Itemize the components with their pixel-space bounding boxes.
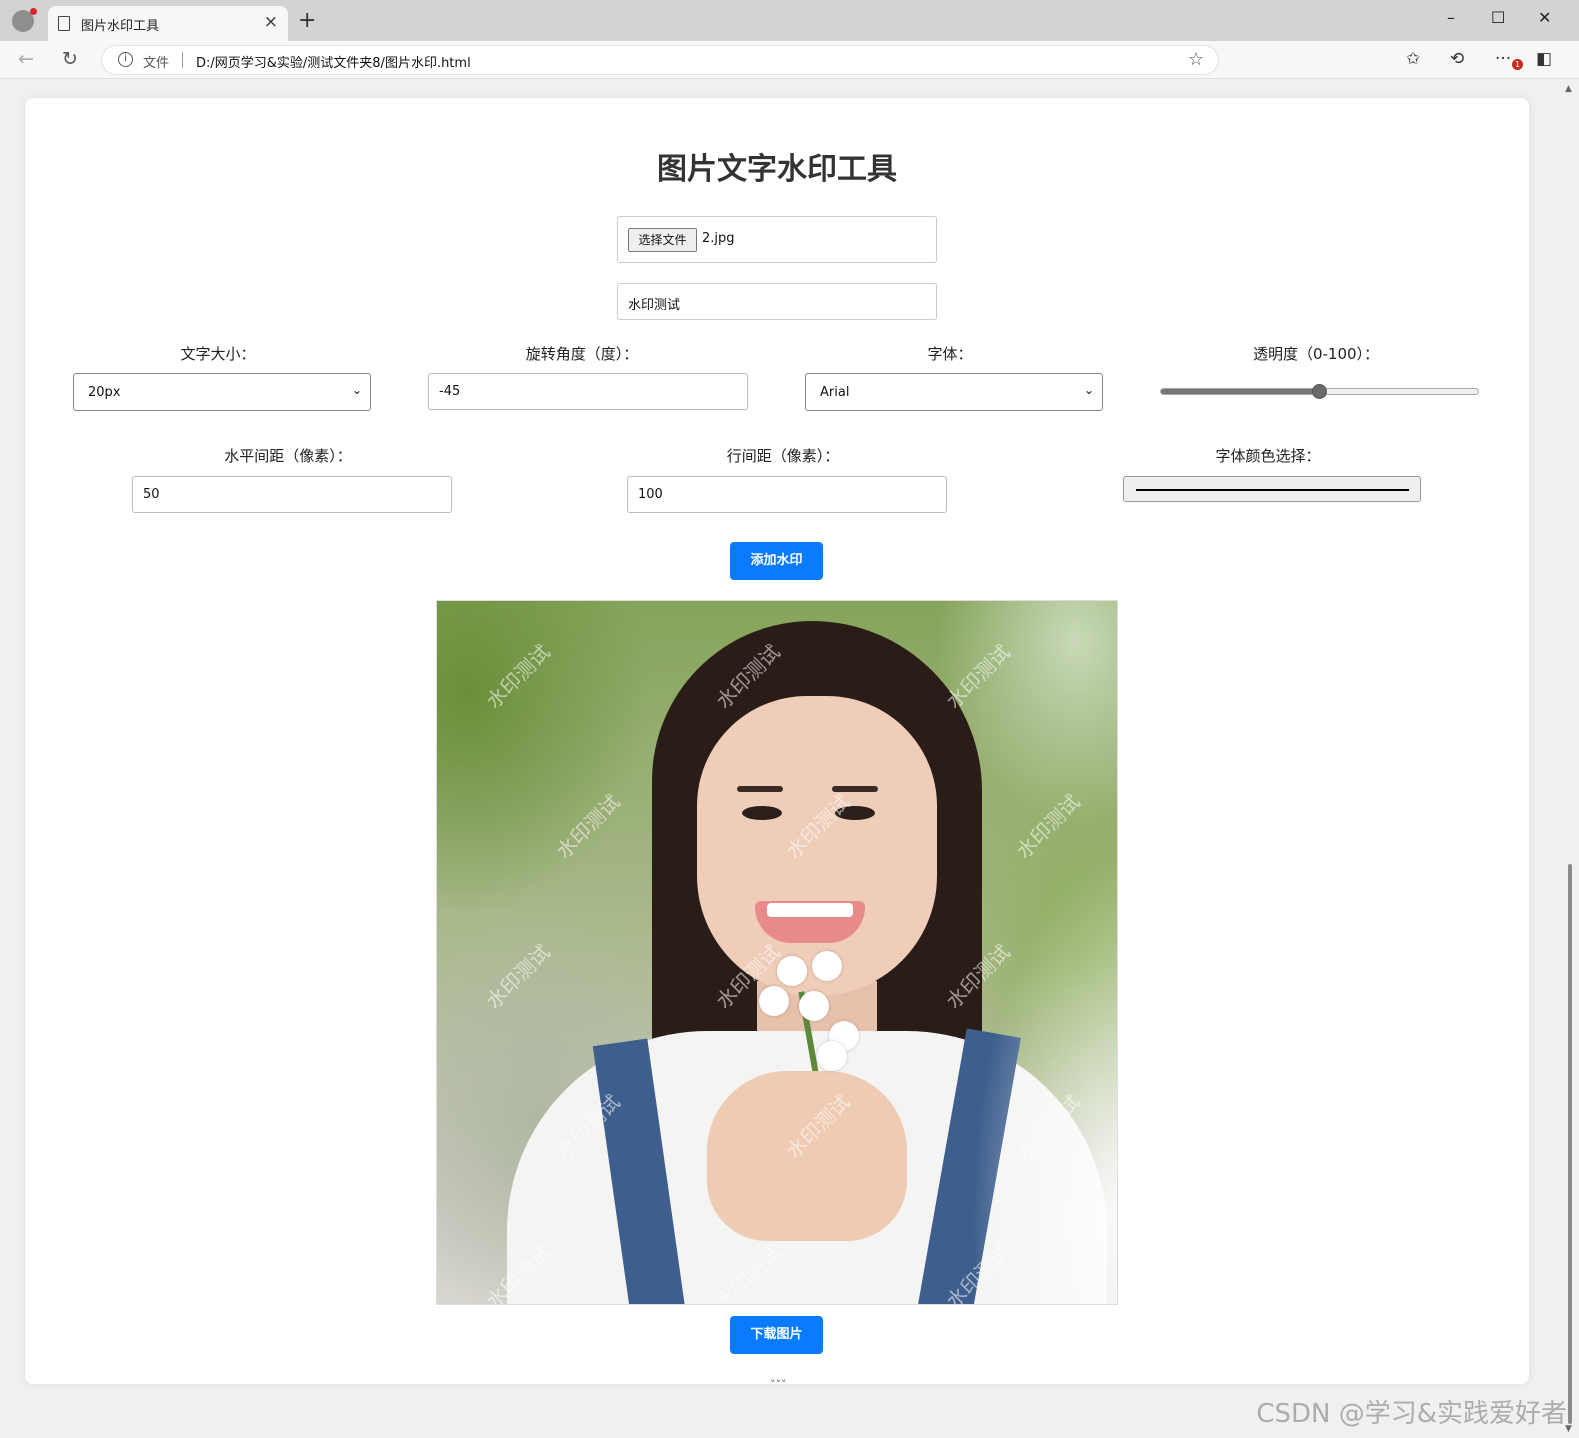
line-spacing-label: 行间距（像素）： xyxy=(726,447,840,465)
add-watermark-button[interactable]: 添加水印 xyxy=(730,542,823,580)
watermark-text: 水印测试 xyxy=(481,639,555,714)
sidebar-icon[interactable]: ◧ xyxy=(1536,49,1552,69)
watermarked-image-preview: 水印测试 水印测试 水印测试 水印测试 水印测试 水印测试 水印测试 水印测试 水印测试 水印测试… xyxy=(436,600,1118,1305)
minimize-icon[interactable]: – xyxy=(1447,8,1455,27)
history-icon[interactable]: ⟲ xyxy=(1450,49,1464,69)
scroll-thumb[interactable] xyxy=(1568,864,1572,1424)
watermark-text: 水印测试 xyxy=(1011,1089,1085,1164)
watermark-text: 水印测试 xyxy=(941,639,1015,714)
address-divider xyxy=(182,52,183,68)
color-swatch xyxy=(1136,489,1409,491)
reload-icon[interactable]: ↻ xyxy=(62,48,78,70)
vertical-scrollbar[interactable]: ▲ ▼ xyxy=(1565,84,1575,1434)
browser-titlebar: 图片水印工具 × + – ☐ ✕ xyxy=(0,0,1579,41)
address-url[interactable]: D:/网页学习&实验/测试文件夹8/图片水印.html xyxy=(196,52,471,71)
watermark-text: 水印测试 xyxy=(781,789,855,864)
address-bar[interactable]: i 文件 D:/网页学习&实验/测试文件夹8/图片水印.html ☆ xyxy=(101,45,1219,75)
page-icon xyxy=(58,16,70,31)
opacity-slider-fill xyxy=(1161,389,1319,394)
csdn-watermark: CSDN @学习&实践爱好者 xyxy=(1256,1399,1567,1429)
profile-avatar[interactable] xyxy=(12,8,37,32)
page-title: 图片文字水印工具 xyxy=(657,152,897,187)
watermark-text: 水印测试 xyxy=(481,939,555,1014)
font-family-select[interactable]: Arial ⌄ xyxy=(805,373,1103,411)
watermark-text: 水印测试 xyxy=(711,1239,785,1305)
browser-toolbar: ← ↻ i 文件 D:/网页学习&实验/测试文件夹8/图片水印.html ☆ ✩… xyxy=(0,41,1579,79)
notification-badge: 1 xyxy=(1512,59,1523,70)
new-tab-button[interactable]: + xyxy=(298,8,316,33)
watermark-text: 水印测试 xyxy=(481,1239,555,1305)
favorite-star-icon[interactable]: ☆ xyxy=(1188,49,1204,70)
info-icon[interactable]: i xyxy=(118,52,133,67)
close-tab-icon[interactable]: × xyxy=(264,12,278,32)
chevron-down-icon: ⌄ xyxy=(351,383,362,397)
font-size-label: 文字大小： xyxy=(180,345,256,363)
watermark-text: 水印测试 xyxy=(941,939,1015,1014)
line-spacing-input[interactable]: 100 xyxy=(627,476,947,513)
chevron-down-icon: ⌄ xyxy=(1083,383,1094,397)
browser-tab[interactable]: 图片水印工具 × xyxy=(48,6,288,41)
scroll-more-icon: ˅˅˅ xyxy=(770,1378,787,1391)
back-icon[interactable]: ← xyxy=(18,48,34,70)
font-family-value: Arial xyxy=(820,385,850,400)
watermark-text: 水印测试 xyxy=(1011,789,1085,864)
scroll-up-icon[interactable]: ▲ xyxy=(1565,84,1572,94)
choose-file-button[interactable]: 选择文件 xyxy=(628,228,697,252)
tool-card: 图片文字水印工具 选择文件 2.jpg 水印测试 文字大小： 20px ⌄ 旋转… xyxy=(25,98,1529,1384)
close-window-icon[interactable]: ✕ xyxy=(1538,8,1551,27)
tab-title: 图片水印工具 xyxy=(81,19,160,34)
watermark-text: 水印测试 xyxy=(711,639,785,714)
font-size-select[interactable]: 20px ⌄ xyxy=(73,373,371,411)
h-spacing-input[interactable]: 50 xyxy=(132,476,452,513)
opacity-slider[interactable] xyxy=(1160,384,1479,399)
color-label: 字体颜色选择： xyxy=(1215,447,1321,465)
opacity-label: 透明度（0-100）： xyxy=(1252,345,1380,363)
watermark-layer: 水印测试 水印测试 水印测试 水印测试 水印测试 水印测试 水印测试 水印测试 水印测试 水印测试… xyxy=(437,601,1117,1304)
h-spacing-label: 水平间距（像素）： xyxy=(224,447,352,465)
watermark-text: 水印测试 xyxy=(711,939,785,1014)
selected-file-name: 2.jpg xyxy=(702,231,735,246)
rotation-input[interactable]: -45 xyxy=(428,373,748,410)
opacity-slider-thumb[interactable] xyxy=(1312,384,1327,399)
page-viewport: ▲ ▼ 图片文字水印工具 选择文件 2.jpg 水印测试 文字大小： 20px … xyxy=(0,80,1579,1438)
download-image-button[interactable]: 下载图片 xyxy=(730,1316,823,1354)
maximize-icon[interactable]: ☐ xyxy=(1491,8,1505,27)
watermark-text: 水印测试 xyxy=(551,1089,625,1164)
watermark-text: 水印测试 xyxy=(781,1089,855,1164)
font-size-value: 20px xyxy=(88,385,121,400)
file-input[interactable]: 选择文件 2.jpg xyxy=(617,216,937,263)
more-menu-icon[interactable]: ··· xyxy=(1495,49,1511,69)
watermark-text: 水印测试 xyxy=(941,1239,1015,1305)
address-scheme-label: 文件 xyxy=(143,56,170,71)
font-family-label: 字体： xyxy=(927,345,973,363)
color-picker[interactable] xyxy=(1123,476,1421,502)
rotation-label: 旋转角度（度）： xyxy=(525,345,639,363)
watermark-text-input[interactable]: 水印测试 xyxy=(617,283,937,320)
favorites-icon[interactable]: ✩ xyxy=(1406,49,1420,69)
watermark-text: 水印测试 xyxy=(551,789,625,864)
